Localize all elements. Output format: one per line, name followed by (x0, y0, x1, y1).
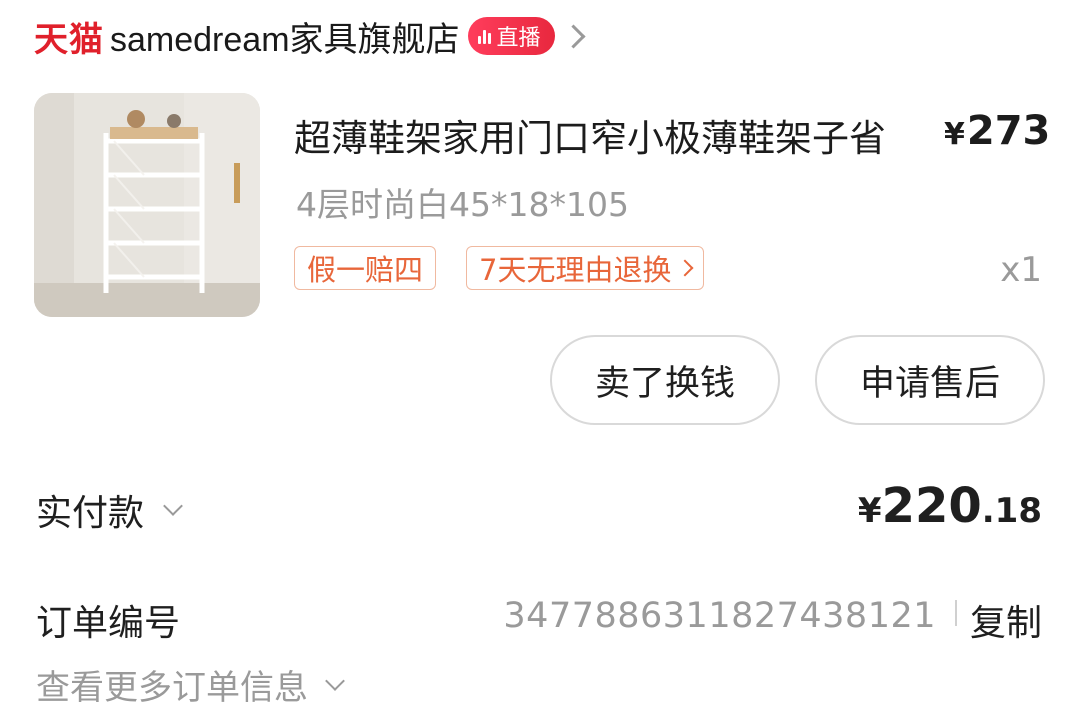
paid-amount-decimal: .18 (981, 491, 1042, 531)
tag-label: 假一赔四 (307, 253, 424, 287)
tmall-logo: 天猫 (34, 19, 104, 60)
chevron-right-icon (676, 259, 694, 277)
paid-amount-integer: 220 (881, 478, 982, 534)
live-badge[interactable]: 直播 (467, 17, 555, 55)
paid-amount-toggle[interactable]: 实付款 (36, 484, 183, 536)
chevron-right-icon (561, 23, 586, 49)
more-order-info-label: 查看更多订单信息 (36, 668, 308, 708)
tag-label: 7天无理由退换 (479, 253, 672, 287)
order-number: 3477886311827438121 (503, 596, 936, 636)
sell-button[interactable]: 卖了换钱 (550, 335, 780, 425)
more-order-info-toggle[interactable]: 查看更多订单信息 (36, 660, 345, 709)
paid-amount: ¥220.18 (858, 478, 1042, 534)
tag-seven-day-return[interactable]: 7天无理由退换 (466, 246, 705, 290)
order-number-label: 订单编号 (36, 603, 181, 644)
chevron-down-icon (163, 496, 183, 516)
paid-currency: ¥ (857, 491, 882, 531)
price-currency: ¥ (944, 117, 965, 152)
after-sales-button[interactable]: 申请售后 (815, 335, 1045, 425)
live-badge-label: 直播 (496, 26, 541, 51)
product-title[interactable]: 超薄鞋架家用门口窄小极薄鞋架子省 (294, 108, 934, 162)
copy-button[interactable]: 复制 (970, 594, 1042, 646)
product-spec: 4层时尚白45*18*105 (296, 185, 629, 224)
live-bars-icon (477, 28, 491, 44)
shoe-rack-image (34, 93, 260, 317)
paid-label: 实付款 (36, 493, 145, 534)
shop-header[interactable]: 天猫 samedream家具旗舰店 直播 (34, 12, 586, 61)
product-thumbnail[interactable] (34, 93, 260, 317)
chevron-down-icon (325, 670, 345, 691)
quantity: x1 (1000, 250, 1042, 290)
price-value: 273 (966, 108, 1051, 154)
tag-fake-compensation: 假一赔四 (294, 246, 437, 290)
product-price: ¥273 (944, 108, 1050, 154)
shop-name[interactable]: samedream家具旗舰店 (110, 12, 460, 61)
divider (955, 600, 957, 626)
